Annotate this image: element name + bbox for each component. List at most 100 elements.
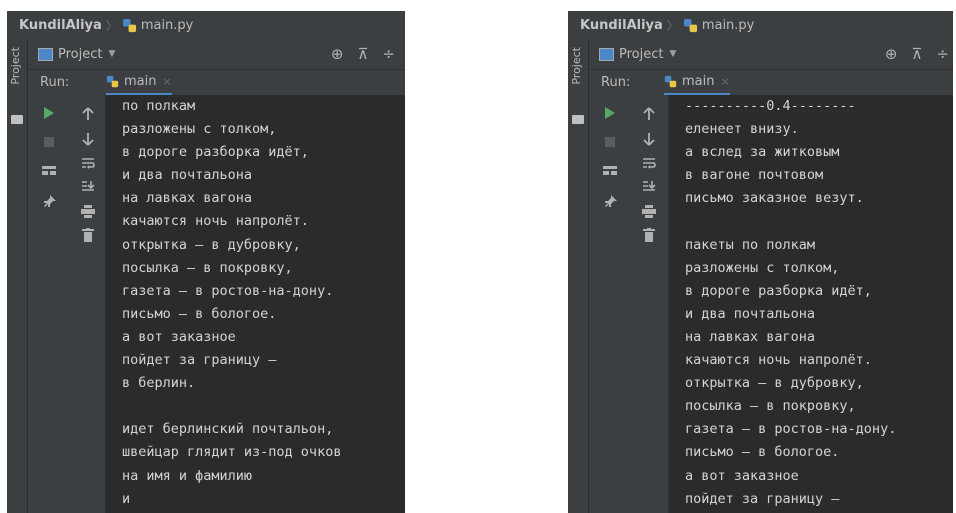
stop-icon[interactable] — [605, 137, 615, 147]
project-tool-tab[interactable]: Project — [570, 47, 583, 85]
console-line: письмо — в бологое. — [122, 305, 277, 322]
soft-wrap-icon[interactable] — [81, 157, 95, 170]
python-file-icon — [122, 18, 136, 32]
close-icon[interactable]: × — [720, 75, 729, 88]
folder-icon[interactable] — [11, 115, 23, 124]
project-toolbar: Project ▼ ⊕ ⊼ ÷ — [589, 39, 953, 69]
console-line: и — [122, 490, 131, 507]
run-tab-label: main — [682, 74, 715, 89]
scroll-to-end-icon[interactable] — [81, 180, 95, 193]
console-line: пакеты по полкам — [685, 236, 816, 253]
arrow-down-icon[interactable] — [643, 132, 655, 146]
console-line: качаются ночь напролёт. — [685, 352, 872, 369]
breadcrumb-project[interactable]: KundilAliya — [19, 18, 102, 33]
run-label: Run: — [601, 75, 631, 90]
arrow-down-icon[interactable] — [82, 132, 94, 146]
console-line: еленеет внизу. — [685, 121, 799, 138]
print-icon[interactable] — [642, 205, 656, 218]
python-run-icon — [106, 75, 119, 88]
console-line: открытка — в дубровку, — [685, 375, 864, 392]
console-line: газета — в ростов-на-дону. — [685, 421, 897, 438]
play-icon[interactable] — [43, 107, 55, 119]
close-icon[interactable]: × — [162, 75, 171, 88]
console-line: письмо — в бологое. — [685, 444, 840, 461]
console-line: разложены с толком, — [122, 121, 277, 138]
project-tool-tab[interactable]: Project — [9, 47, 22, 85]
layout-icon[interactable] — [603, 165, 617, 177]
project-toolbar: Project ▼ ⊕ ⊼ ÷ — [28, 39, 405, 69]
python-file-icon — [683, 18, 697, 32]
project-view-icon — [38, 47, 53, 61]
run-tab-main[interactable]: main × — [664, 70, 730, 96]
trash-icon[interactable] — [643, 228, 655, 242]
pin-icon[interactable] — [604, 195, 617, 208]
print-icon[interactable] — [81, 205, 95, 218]
run-toolbar: Run: main × — [28, 69, 405, 96]
python-run-icon — [664, 75, 677, 88]
right-ide-window: KundilAliya 〉 main.py Project Project ▼ … — [568, 11, 953, 513]
trash-icon[interactable] — [82, 228, 94, 242]
run-toolbar: Run: main × — [589, 69, 953, 96]
soft-wrap-icon[interactable] — [642, 157, 656, 170]
console-line: идет берлинский почтальон, — [122, 421, 334, 438]
console-line: по полкам — [122, 98, 196, 114]
tool-window-strip: Project — [568, 39, 589, 513]
play-icon[interactable] — [604, 107, 616, 119]
navigation-bar: KundilAliya 〉 main.py — [7, 11, 405, 39]
left-ide-window: KundilAliya 〉 main.py Project Project ▼ … — [7, 11, 405, 513]
console-actions-gutter — [72, 95, 106, 513]
console-line: открытка — в дубровку, — [122, 236, 301, 253]
layout-icon[interactable] — [42, 165, 56, 177]
expand-all-icon[interactable]: ÷ — [382, 45, 395, 63]
console-actions-gutter — [632, 95, 669, 513]
console-line: на имя и фамилию — [122, 467, 253, 484]
console-line: письмо заказное везут. — [685, 190, 864, 207]
console-line: швейцар глядит из-под очков — [122, 444, 342, 461]
console-line: на лавках вагона — [685, 328, 816, 345]
scroll-to-end-icon[interactable] — [642, 180, 656, 193]
project-view-selector[interactable]: Project — [58, 47, 102, 62]
run-actions-gutter — [28, 95, 72, 513]
stop-icon[interactable] — [44, 137, 54, 147]
console-line: в дороге разборка идёт, — [122, 144, 309, 161]
arrow-up-icon[interactable] — [643, 107, 655, 121]
console-line: в дороге разборка идёт, — [685, 282, 872, 299]
console-line: а вслед за житковым — [685, 144, 840, 161]
project-view-selector[interactable]: Project — [619, 47, 663, 62]
chevron-down-icon[interactable]: ▼ — [108, 49, 115, 59]
project-view-icon — [599, 47, 614, 61]
console-line: а вот заказное — [122, 328, 236, 345]
console-line: качаются ночь напролёт. — [122, 213, 309, 230]
collapse-all-icon[interactable]: ⊼ — [911, 45, 922, 63]
run-tab-main[interactable]: main × — [106, 70, 172, 96]
console-output[interactable]: по полкам разложены с толком, в дороге раз… — [106, 95, 405, 513]
run-label: Run: — [40, 75, 70, 90]
console-line: посылка — в покровку, — [685, 398, 856, 415]
console-line: в вагоне почтовом — [685, 167, 824, 184]
console-line: и два почтальона — [122, 167, 253, 184]
console-line: посылка — в покровку, — [122, 259, 293, 276]
console-line: газета — в ростов-на-дону. — [122, 282, 334, 299]
pin-icon[interactable] — [43, 195, 56, 208]
folder-icon[interactable] — [572, 115, 584, 124]
console-line: пойдет за границу — — [685, 490, 840, 507]
console-line: разложены с толком, — [685, 259, 840, 276]
console-line: на лавках вагона — [122, 190, 253, 207]
console-output[interactable]: ----------0.4-------- еленеет внизу. а всл… — [669, 95, 953, 513]
arrow-up-icon[interactable] — [82, 107, 94, 121]
console-line: ----------0.4-------- — [685, 98, 856, 114]
expand-all-icon[interactable]: ÷ — [936, 45, 949, 63]
breadcrumb-file[interactable]: main.py — [141, 18, 194, 33]
locate-icon[interactable]: ⊕ — [331, 45, 344, 63]
breadcrumb-project[interactable]: KundilAliya — [580, 18, 663, 33]
console-line: пойдет за границу — — [122, 352, 277, 369]
chevron-down-icon[interactable]: ▼ — [669, 49, 676, 59]
console-line: в берлин. — [122, 375, 196, 392]
breadcrumb-file[interactable]: main.py — [702, 18, 755, 33]
locate-icon[interactable]: ⊕ — [885, 45, 898, 63]
collapse-all-icon[interactable]: ⊼ — [357, 45, 368, 63]
run-actions-gutter — [589, 95, 633, 513]
run-tab-label: main — [124, 74, 157, 89]
tool-window-strip: Project — [7, 39, 28, 513]
